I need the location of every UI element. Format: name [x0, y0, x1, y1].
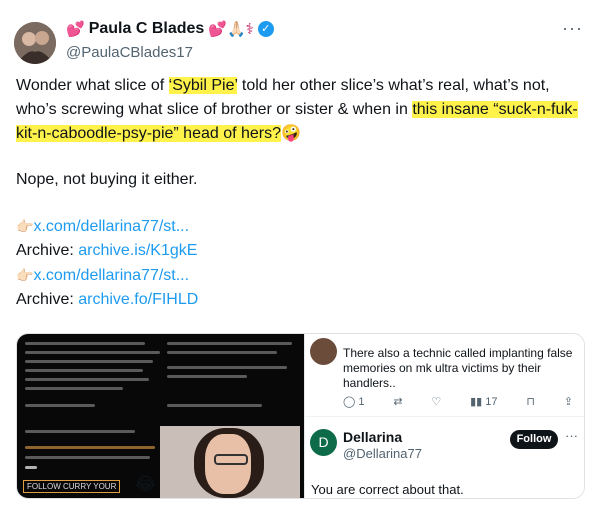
- retweet-icon: ⇄: [393, 396, 403, 408]
- reply-actions: ◯ 1 ⇄ ♡ ▮▮ 17 ⊓ ⇪: [343, 395, 573, 408]
- follow-tag: FOLLOW CURRY YOUR: [23, 480, 121, 493]
- display-name-row[interactable]: 💕 Paula C Blades 💕🙏🏻⚕ ✓: [66, 20, 274, 38]
- tweet-text-part1: Wonder what slice of: [16, 77, 169, 94]
- tweet-link-1[interactable]: x.com/dellarina77/st...: [33, 218, 189, 235]
- tweet-link-2[interactable]: x.com/dellarina77/st...: [33, 267, 189, 284]
- name-emojis: 💕🙏🏻⚕: [208, 21, 254, 38]
- archive-line-2: Archive: archive.fo/FIHLD: [16, 288, 582, 312]
- reply-author-name: Dellarina: [343, 429, 403, 445]
- media-attachment[interactable]: FOLLOW CURRY YOUR 😂 There also a technic…: [16, 333, 585, 499]
- reply-body-text: You are correct about that.: [311, 482, 464, 497]
- zany-face-emoji-icon: 🤪: [281, 125, 301, 142]
- tweet-paragraph-1: Wonder what slice of ‘Sybil Pie’ told he…: [16, 74, 582, 146]
- laughing-emoji-icon: 😂: [135, 474, 157, 494]
- archive-link-2[interactable]: archive.fo/FIHLD: [78, 291, 198, 308]
- reply-author-handle: @Dellarina77: [343, 446, 422, 461]
- highlight-sybil-pie: ‘Sybil Pie’: [168, 77, 238, 94]
- media-image-left[interactable]: FOLLOW CURRY YOUR 😂: [17, 334, 304, 498]
- like-icon: ♡: [431, 396, 442, 408]
- link-line-2: 👉🏻x.com/dellarina77/st...: [16, 263, 582, 288]
- views-icon: ▮▮ 17: [470, 396, 498, 408]
- reply-avatar-top: [310, 338, 337, 365]
- media-image-right[interactable]: There also a technic called implanting f…: [304, 334, 584, 498]
- share-icon: ⇪: [563, 396, 573, 408]
- archive-link-1[interactable]: archive.is/K1gkE: [78, 242, 197, 259]
- archive-label-2: Archive:: [16, 291, 79, 308]
- display-name[interactable]: Paula C Blades: [89, 20, 205, 38]
- heart-emoji-icon: 💕: [66, 21, 85, 38]
- link-line-1: 👉🏻x.com/dellarina77/st...: [16, 214, 582, 239]
- author-handle[interactable]: @PaulaCBlades17: [66, 44, 193, 61]
- inner-more-icon: ···: [565, 428, 578, 443]
- bookmark-icon: ⊓: [526, 396, 535, 408]
- pointing-hand-icon: 👉🏻: [16, 218, 34, 234]
- tweet-paragraph-2: Nope, not buying it either.: [16, 171, 198, 188]
- author-avatar[interactable]: [14, 22, 56, 64]
- top-reply-text: There also a technic called implanting f…: [343, 346, 573, 390]
- tweet-body: Wonder what slice of ‘Sybil Pie’ told he…: [16, 74, 582, 312]
- archive-line-1: Archive: archive.is/K1gkE: [16, 239, 582, 263]
- pointing-hand-icon: 👉🏻: [16, 267, 34, 283]
- follow-button: Follow: [510, 430, 558, 449]
- video-still: [160, 426, 300, 498]
- verified-badge-icon: ✓: [257, 21, 274, 37]
- archive-label-1: Archive:: [16, 242, 79, 259]
- more-options-icon[interactable]: ···: [562, 18, 583, 39]
- reply-icon: ◯ 1: [343, 396, 365, 408]
- dellarina-avatar: D: [310, 429, 337, 456]
